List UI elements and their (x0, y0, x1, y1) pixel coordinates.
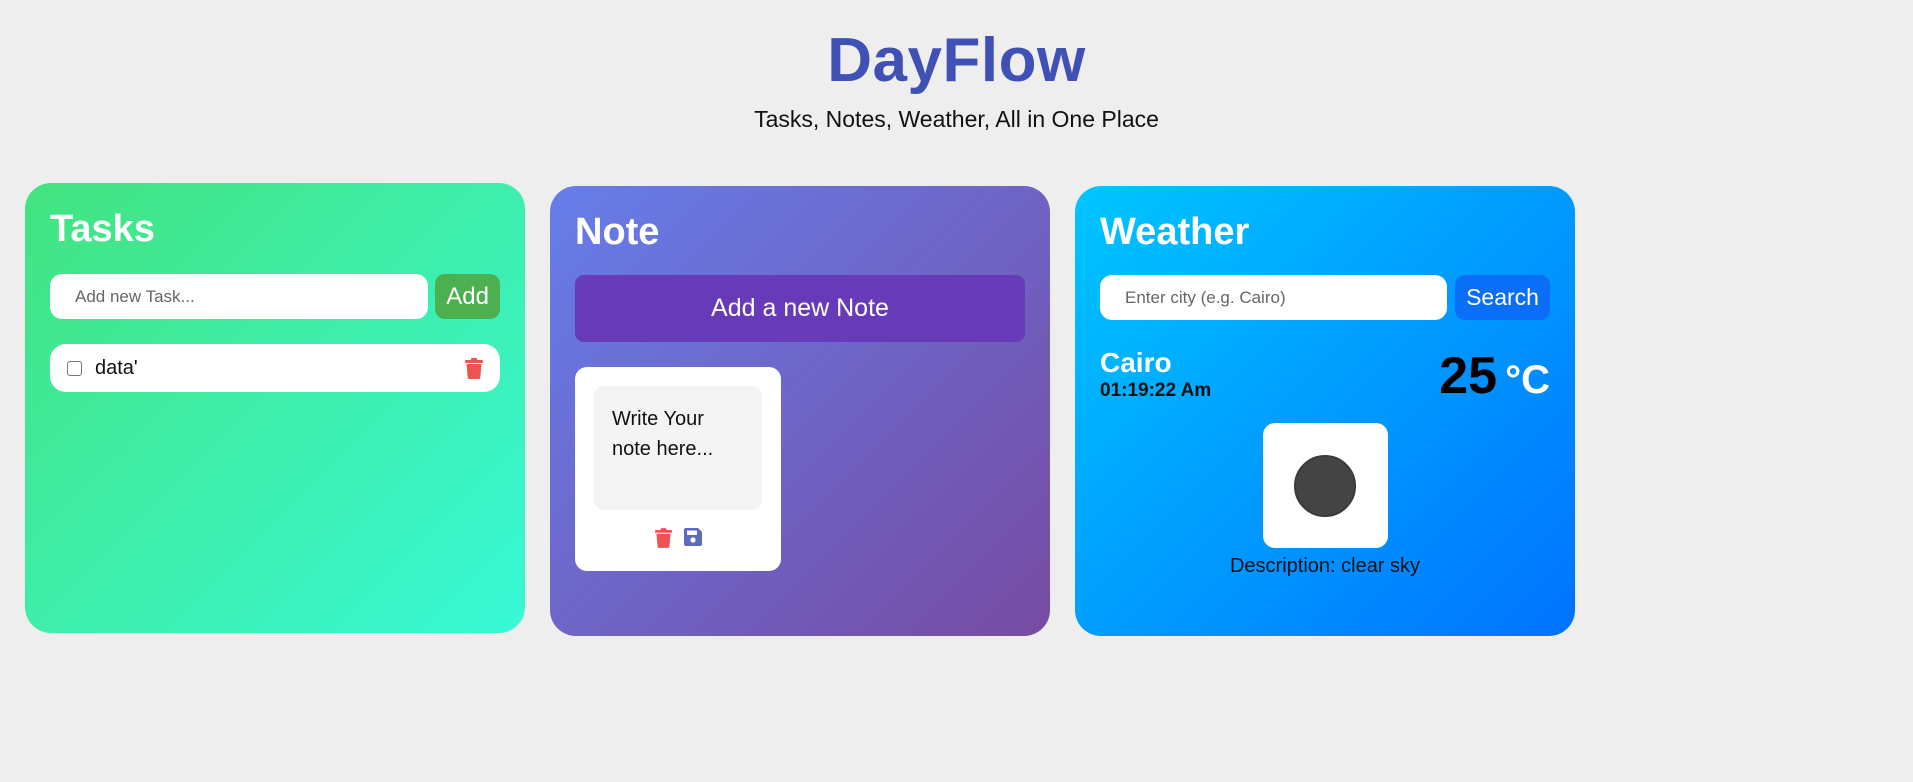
clear-sky-icon (1293, 454, 1357, 518)
add-note-button[interactable]: Add a new Note (575, 275, 1025, 342)
note-title: Note (575, 211, 660, 253)
location-block: Cairo 01:19:22 Am (1100, 349, 1211, 403)
note-item: Write Your note here... (575, 367, 781, 571)
city-name: Cairo (1100, 347, 1172, 378)
note-textarea[interactable]: Write Your note here... (594, 386, 762, 510)
weather-description: Description: clear sky (1229, 555, 1421, 577)
task-form: Add (50, 274, 500, 319)
task-text: data' (95, 356, 138, 379)
temperature-value: 25 (1439, 347, 1498, 405)
task-item: data' (50, 344, 500, 392)
note-card: Note Add a new Note Write Your note here… (550, 186, 1050, 636)
tasks-title: Tasks (50, 208, 155, 250)
task-checkbox[interactable] (67, 360, 82, 376)
trash-icon[interactable] (654, 528, 672, 548)
temperature: 25 °C (1439, 349, 1550, 403)
weather-info: Cairo 01:19:22 Am 25 °C (1100, 349, 1550, 404)
weather-icon-box (1262, 423, 1388, 548)
task-input[interactable] (50, 274, 429, 319)
trash-icon[interactable] (465, 357, 483, 379)
add-task-button[interactable]: Add (435, 274, 500, 319)
local-time: 01:19:22 Am (1100, 380, 1212, 401)
weather-title: Weather (1100, 211, 1250, 253)
weather-card: Weather Search Cairo 01:19:22 Am 25 °C D… (1075, 186, 1575, 636)
app-header: DayFlow Tasks, Notes, Weather, All in On… (0, 0, 1913, 133)
city-input[interactable] (1100, 275, 1447, 320)
save-icon[interactable] (683, 528, 702, 548)
app-subtitle: Tasks, Notes, Weather, All in One Place (754, 106, 1159, 132)
weather-form: Search (1100, 275, 1550, 320)
temperature-unit: °C (1505, 358, 1550, 402)
app-title: DayFlow (827, 26, 1086, 95)
note-actions (594, 528, 762, 548)
search-button[interactable]: Search (1455, 275, 1550, 320)
tasks-card: Tasks Add data' (25, 183, 525, 633)
